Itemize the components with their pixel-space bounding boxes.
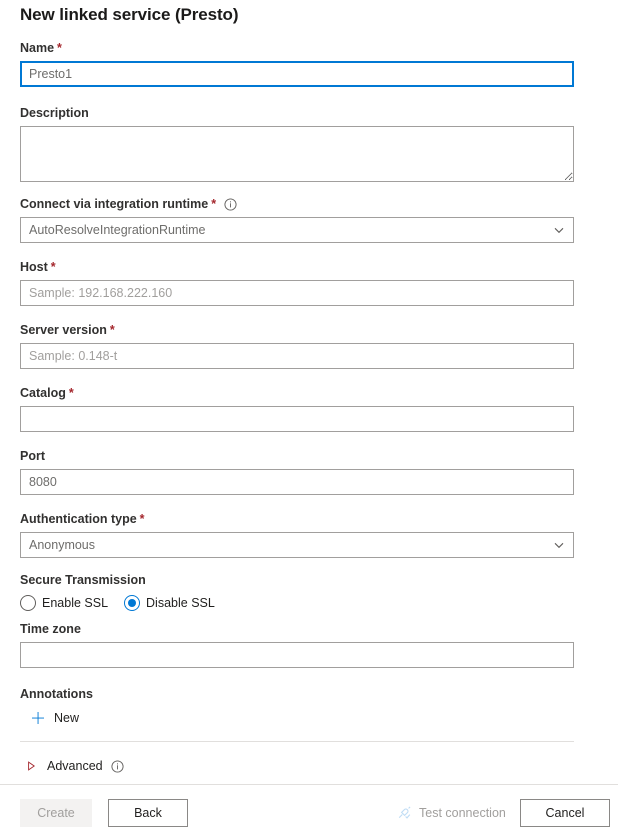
integration-runtime-value: AutoResolveIntegrationRuntime <box>29 223 206 237</box>
annotations-label: Annotations <box>20 686 574 702</box>
chevron-down-icon <box>553 539 565 551</box>
time-zone-input[interactable] <box>20 642 574 668</box>
server-version-label: Server version * <box>20 322 574 338</box>
name-input[interactable] <box>20 61 574 87</box>
dialog-footer: Create Back Test connection Cancel <box>0 784 618 839</box>
catalog-required-asterisk: * <box>68 386 74 400</box>
server-version-required-asterisk: * <box>109 323 115 337</box>
add-annotation-button[interactable]: New <box>30 707 574 729</box>
advanced-label: Advanced <box>47 759 103 773</box>
back-button[interactable]: Back <box>108 799 188 827</box>
radio-enable-ssl-label: Enable SSL <box>42 596 109 610</box>
authentication-type-label-text: Authentication type <box>20 512 137 526</box>
description-label: Description <box>20 105 574 121</box>
radio-enable-ssl-mark <box>20 595 36 611</box>
field-host: Host * <box>20 259 574 306</box>
linked-service-form: Name * Description Connect via integrati… <box>20 40 574 776</box>
authentication-type-required-asterisk: * <box>139 512 145 526</box>
description-label-text: Description <box>20 106 89 120</box>
field-catalog: Catalog * <box>20 385 574 432</box>
server-version-label-text: Server version <box>20 323 107 337</box>
time-zone-label-text: Time zone <box>20 622 81 636</box>
plus-icon <box>30 710 46 726</box>
port-input[interactable] <box>20 469 574 495</box>
authentication-type-select[interactable]: Anonymous <box>20 532 574 558</box>
info-icon[interactable] <box>224 197 237 211</box>
cancel-button[interactable]: Cancel <box>520 799 610 827</box>
secure-transmission-radio-group: Enable SSL Disable SSL <box>20 593 574 613</box>
server-version-input[interactable] <box>20 343 574 369</box>
field-description: Description <box>20 105 574 182</box>
secure-transmission-label-text: Secure Transmission <box>20 573 146 587</box>
test-connection-button[interactable]: Test connection <box>396 799 506 827</box>
integration-runtime-select[interactable]: AutoResolveIntegrationRuntime <box>20 217 574 243</box>
radio-disable-ssl-mark <box>124 595 141 611</box>
integration-runtime-label-text: Connect via integration runtime <box>20 197 209 211</box>
name-label: Name * <box>20 40 574 56</box>
authentication-type-value: Anonymous <box>29 538 96 552</box>
plug-icon <box>396 805 412 821</box>
catalog-input[interactable] <box>20 406 574 432</box>
name-label-text: Name <box>20 41 55 55</box>
triangle-right-icon <box>25 760 37 772</box>
catalog-label-text: Catalog <box>20 386 66 400</box>
advanced-expander[interactable]: Advanced <box>20 756 574 776</box>
field-name: Name * <box>20 40 574 87</box>
host-required-asterisk: * <box>50 260 56 274</box>
authentication-type-label: Authentication type * <box>20 511 574 527</box>
chevron-down-icon <box>553 224 565 236</box>
annotations-label-text: Annotations <box>20 687 93 701</box>
field-time-zone: Time zone <box>20 621 574 668</box>
time-zone-label: Time zone <box>20 621 574 637</box>
host-label-text: Host <box>20 260 48 274</box>
field-authentication-type: Authentication type * Anonymous <box>20 511 574 558</box>
secure-transmission-label: Secure Transmission <box>20 572 574 588</box>
create-button[interactable]: Create <box>20 799 92 827</box>
test-connection-label: Test connection <box>419 806 506 820</box>
port-label: Port <box>20 448 574 464</box>
description-textarea[interactable] <box>20 126 574 182</box>
name-required-asterisk: * <box>57 41 62 55</box>
field-integration-runtime: Connect via integration runtime * AutoRe… <box>20 196 574 243</box>
field-secure-transmission: Secure Transmission Enable SSL Disable S… <box>20 572 574 613</box>
field-server-version: Server version * <box>20 322 574 369</box>
radio-option-disable-ssl[interactable]: Disable SSL <box>124 595 215 611</box>
page-title: New linked service (Presto) <box>20 5 239 24</box>
radio-disable-ssl-label: Disable SSL <box>146 596 215 610</box>
integration-runtime-required-asterisk: * <box>211 197 217 211</box>
host-input[interactable] <box>20 280 574 306</box>
host-label: Host * <box>20 259 574 275</box>
catalog-label: Catalog * <box>20 385 574 401</box>
radio-option-enable-ssl[interactable]: Enable SSL <box>20 595 108 611</box>
linked-service-panel: New linked service (Presto) Name * Descr… <box>0 0 618 783</box>
add-annotation-label: New <box>54 711 80 725</box>
field-annotations: Annotations New <box>20 686 574 729</box>
integration-runtime-label: Connect via integration runtime * <box>20 196 574 212</box>
port-label-text: Port <box>20 449 45 463</box>
field-port: Port <box>20 448 574 495</box>
info-icon[interactable] <box>111 759 124 773</box>
